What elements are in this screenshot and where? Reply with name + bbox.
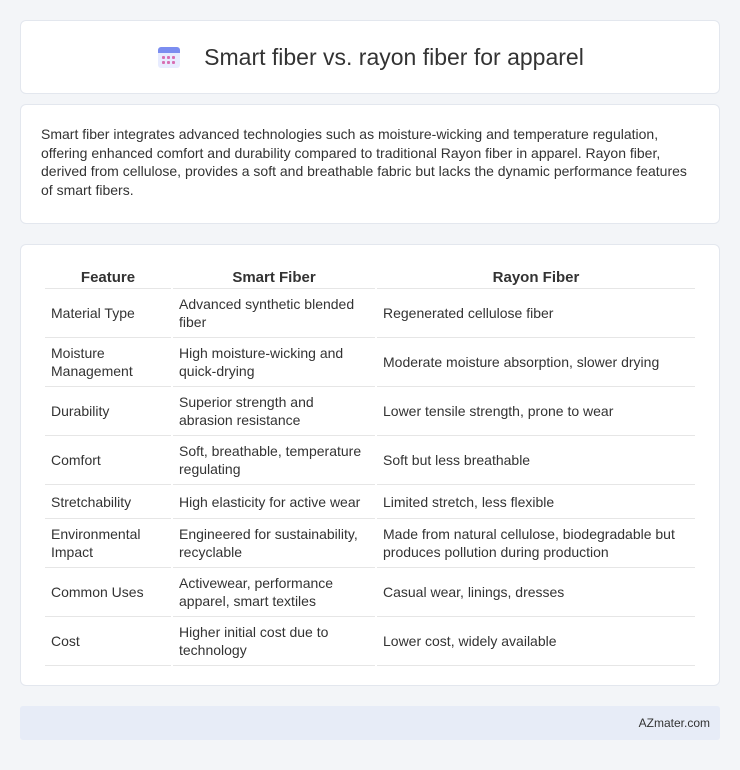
feature-cell: Moisture Management [45,338,171,387]
table-row: Common Uses Activewear, performance appa… [45,568,695,617]
calendar-icon [156,44,182,70]
rayon-fiber-cell: Made from natural cellulose, biodegradab… [377,519,695,568]
smart-fiber-cell: Higher initial cost due to technology [173,617,375,666]
smart-fiber-cell: Advanced synthetic blended fiber [173,289,375,338]
feature-cell: Cost [45,617,171,666]
rayon-fiber-cell: Soft but less breathable [377,436,695,485]
rayon-fiber-cell: Regenerated cellulose fiber [377,289,695,338]
feature-cell: Environmental Impact [45,519,171,568]
rayon-fiber-cell: Lower tensile strength, prone to wear [377,387,695,436]
rayon-fiber-cell: Lower cost, widely available [377,617,695,666]
footer-brand[interactable]: AZmater.com [639,716,710,730]
table-row: Moisture Management High moisture-wickin… [45,338,695,387]
feature-cell: Common Uses [45,568,171,617]
table-row: Material Type Advanced synthetic blended… [45,289,695,338]
intro-card: Smart fiber integrates advanced technolo… [20,104,720,224]
table-row: Comfort Soft, breathable, temperature re… [45,436,695,485]
rayon-fiber-cell: Limited stretch, less flexible [377,485,695,519]
comparison-table: Feature Smart Fiber Rayon Fiber Material… [43,261,697,666]
smart-fiber-cell: Soft, breathable, temperature regulating [173,436,375,485]
table-row: Stretchability High elasticity for activ… [45,485,695,519]
rayon-fiber-cell: Moderate moisture absorption, slower dry… [377,338,695,387]
page-title: Smart fiber vs. rayon fiber for apparel [204,43,584,70]
column-header-smart-fiber: Smart Fiber [173,261,375,289]
intro-text: Smart fiber integrates advanced technolo… [41,126,687,198]
title-card: Smart fiber vs. rayon fiber for apparel [20,20,720,94]
smart-fiber-cell: Activewear, performance apparel, smart t… [173,568,375,617]
feature-cell: Comfort [45,436,171,485]
table-row: Environmental Impact Engineered for sust… [45,519,695,568]
column-header-feature: Feature [45,261,171,289]
rayon-fiber-cell: Casual wear, linings, dresses [377,568,695,617]
column-header-rayon-fiber: Rayon Fiber [377,261,695,289]
feature-cell: Durability [45,387,171,436]
smart-fiber-cell: Superior strength and abrasion resistanc… [173,387,375,436]
footer: AZmater.com [20,706,720,740]
comparison-card: Feature Smart Fiber Rayon Fiber Material… [20,244,720,686]
table-row: Durability Superior strength and abrasio… [45,387,695,436]
feature-cell: Stretchability [45,485,171,519]
smart-fiber-cell: High elasticity for active wear [173,485,375,519]
table-header-row: Feature Smart Fiber Rayon Fiber [45,261,695,289]
smart-fiber-cell: Engineered for sustainability, recyclabl… [173,519,375,568]
table-row: Cost Higher initial cost due to technolo… [45,617,695,666]
smart-fiber-cell: High moisture-wicking and quick-drying [173,338,375,387]
feature-cell: Material Type [45,289,171,338]
